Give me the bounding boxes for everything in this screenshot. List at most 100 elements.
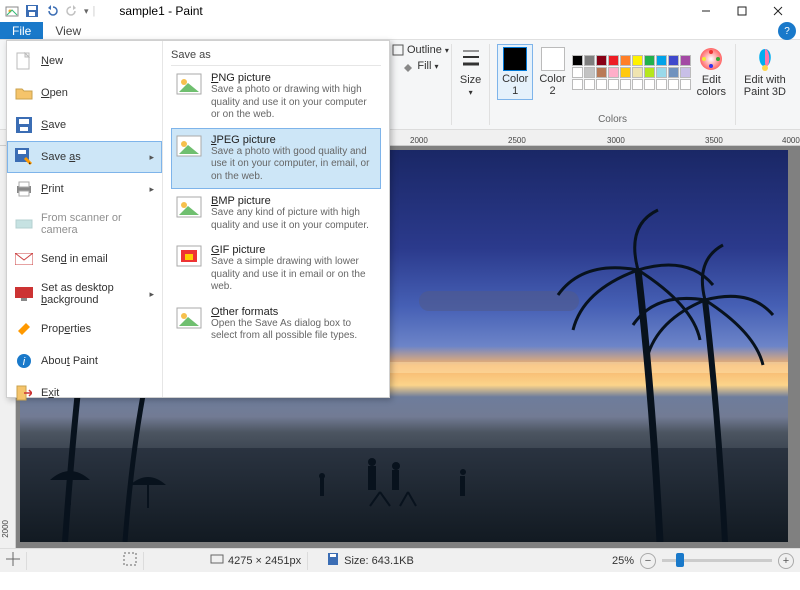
exit-icon [15,384,33,402]
color-swatch[interactable] [608,55,619,66]
saveas-bmp[interactable]: BMP pictureSave any kind of picture with… [171,189,381,238]
color-swatch[interactable] [596,79,607,90]
dimensions-icon [210,552,224,569]
color-swatch[interactable] [656,79,667,90]
color-swatch[interactable] [572,67,583,78]
file-menu-send-email[interactable]: Send in email [7,243,162,275]
color-swatch[interactable] [608,67,619,78]
color-swatch[interactable] [596,67,607,78]
jpeg-icon [175,134,203,162]
color-swatch[interactable] [620,79,631,90]
filesize-value: Size: 643.1KB [344,555,414,567]
fill-button[interactable]: Fill▾ [402,60,438,72]
size-button[interactable]: Size▾ [458,44,483,99]
scanner-icon [15,215,33,233]
color1-button[interactable]: Color 1 [497,44,533,100]
color-swatch[interactable] [656,67,667,78]
close-button[interactable] [760,0,796,22]
saveas-png[interactable]: PNG pictureSave a photo or drawing with … [171,66,381,128]
outline-label: Outline [407,44,442,56]
file-menu-left: NNewew Open Save Save as▸ Print▸ From sc… [7,41,163,397]
vruler-tick: 2000 [1,520,10,538]
color-palette[interactable] [572,55,691,90]
color-swatch[interactable] [644,67,655,78]
color-swatch[interactable] [572,55,583,66]
saveas-other[interactable]: Other formatsOpen the Save As dialog box… [171,300,381,349]
redo-icon[interactable] [64,3,80,19]
app-icon [4,3,20,19]
statusbar: 4275 × 2451px Size: 643.1KB 25% − + [0,548,800,572]
minimize-button[interactable] [688,0,724,22]
titlebar: ▾ | sample1 - Paint [0,0,800,22]
new-icon [15,52,33,70]
color-swatch[interactable] [668,67,679,78]
color-swatch[interactable] [644,79,655,90]
file-menu-properties[interactable]: Properties [7,313,162,345]
color-swatch[interactable] [572,79,583,90]
edit-colors-button[interactable]: Edit colors [695,44,728,100]
edit-colors-label: Edit colors [697,74,726,98]
file-menu-saveas-panel: Save as PNG pictureSave a photo or drawi… [163,41,389,397]
color-swatch[interactable] [680,55,691,66]
info-icon: i [15,352,33,370]
zoom-out-button[interactable]: − [640,553,656,569]
save-icon [15,116,33,134]
other-formats-icon [175,306,203,334]
qat-dropdown[interactable]: ▾ [84,6,89,17]
paint3d-label: Edit with Paint 3D [744,74,786,98]
maximize-button[interactable] [724,0,760,22]
cursor-pos-icon [6,552,20,569]
file-menu-save-as[interactable]: Save as▸ [7,141,162,173]
saveas-other-desc: Open the Save As dialog box to select fr… [211,318,377,343]
email-icon [15,250,33,268]
color-swatch[interactable] [632,55,643,66]
color-swatch[interactable] [620,55,631,66]
file-menu-print[interactable]: Print▸ [7,173,162,205]
file-menu-about[interactable]: iAbout Paint [7,345,162,377]
ruler-tick: 2500 [508,136,526,145]
view-tab[interactable]: View [43,22,93,39]
file-menu-exit[interactable]: Exit [7,377,162,409]
saveas-bmp-desc: Save any kind of picture with high quali… [211,207,377,232]
color-swatch[interactable] [584,79,595,90]
png-icon [175,72,203,100]
color-swatch[interactable] [668,55,679,66]
color2-button[interactable]: Color 2 [537,45,567,99]
color-swatch[interactable] [680,79,691,90]
properties-icon [15,320,33,338]
quick-access-toolbar: ▾ [4,3,89,19]
color-swatch[interactable] [632,67,643,78]
color-swatch[interactable] [668,79,679,90]
file-menu-set-background[interactable]: Set as desktop background▸ [7,275,162,313]
file-menu-new[interactable]: NNewew [7,45,162,77]
color-swatch[interactable] [584,55,595,66]
file-menu-open[interactable]: Open [7,77,162,109]
outline-button[interactable]: Outline▾ [392,44,449,56]
file-menu-save[interactable]: Save [7,109,162,141]
file-menu-scanner[interactable]: From scanner or camera [7,205,162,243]
color-swatch[interactable] [584,67,595,78]
color-swatch[interactable] [632,79,643,90]
paint3d-button[interactable]: Edit with Paint 3D [742,44,788,100]
ruler-tick: 2000 [410,136,428,145]
save-icon[interactable] [24,3,40,19]
saveas-gif[interactable]: GIF pictureSave a simple drawing with lo… [171,238,381,300]
color-swatch[interactable] [680,67,691,78]
ruler-tick: 3000 [607,136,625,145]
color-swatch[interactable] [620,67,631,78]
gif-icon [175,244,203,272]
zoom-slider[interactable] [662,559,772,562]
color-swatch[interactable] [656,55,667,66]
zoom-in-button[interactable]: + [778,553,794,569]
dimensions-value: 4275 × 2451px [228,555,301,567]
print-icon [15,180,33,198]
bmp-icon [175,195,203,223]
help-icon[interactable]: ? [778,22,796,40]
undo-icon[interactable] [44,3,60,19]
color-swatch[interactable] [644,55,655,66]
saveas-jpeg[interactable]: JPEG pictureSave a photo with good quali… [171,128,381,190]
color-swatch[interactable] [608,79,619,90]
file-tab[interactable]: File [0,22,43,39]
color-swatch[interactable] [596,55,607,66]
color2-label: Color 2 [539,73,565,97]
